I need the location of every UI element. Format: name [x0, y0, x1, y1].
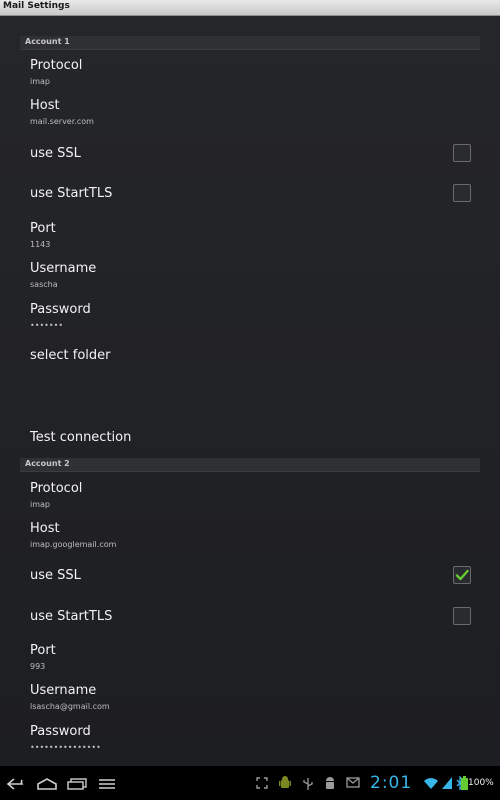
- pref-summary: 1143: [30, 240, 51, 249]
- fullscreen-icon[interactable]: [256, 777, 268, 789]
- pref-title: Password: [30, 302, 91, 317]
- pref-title: Username: [30, 261, 97, 276]
- account-1-password-pref[interactable]: Password •••••••: [20, 302, 480, 338]
- pref-summary: imap.googlemail.com: [30, 540, 117, 549]
- account-2-header: Account 2: [20, 458, 480, 472]
- menu-icon[interactable]: [96, 778, 118, 790]
- account-1-ssl-pref[interactable]: use SSL: [20, 144, 480, 176]
- battery-icon: [461, 776, 468, 790]
- account-2-username-pref[interactable]: Username lsascha@gmail.com: [20, 683, 480, 719]
- pref-title: Protocol: [30, 58, 83, 73]
- account-1-select-folder-pref[interactable]: select folder: [20, 348, 480, 418]
- account-2-ssl-checkbox[interactable]: [453, 566, 471, 584]
- pref-title: Port: [30, 221, 56, 236]
- signal-icon: [442, 777, 452, 789]
- title-bar: Mail Settings: [0, 0, 500, 16]
- account-1-protocol-pref[interactable]: Protocol imap: [20, 58, 480, 94]
- account-1-header: Account 1: [20, 36, 480, 50]
- recent-apps-icon[interactable]: [66, 778, 88, 790]
- mail-icon: [346, 777, 360, 788]
- checkmark-icon: [455, 569, 469, 581]
- clock: 2:01: [370, 773, 413, 793]
- pref-title: Password: [30, 724, 91, 739]
- account-2-starttls-pref[interactable]: use StartTLS: [20, 607, 480, 639]
- account-1-host-pref[interactable]: Host mail.server.com: [20, 98, 480, 134]
- account-1-starttls-pref[interactable]: use StartTLS: [20, 184, 480, 216]
- pref-title: Port: [30, 643, 56, 658]
- account-2-host-pref[interactable]: Host imap.googlemail.com: [20, 521, 480, 557]
- pref-title: select folder: [30, 348, 111, 363]
- account-1-header-label: Account 1: [25, 37, 70, 46]
- pref-summary: sascha: [30, 280, 58, 289]
- pref-title: Protocol: [30, 481, 83, 496]
- pref-title: Username: [30, 683, 97, 698]
- account-2-password-pref[interactable]: Password •••••••••••••••: [20, 724, 480, 760]
- account-2-starttls-checkbox[interactable]: [453, 607, 471, 625]
- account-1-username-pref[interactable]: Username sascha: [20, 261, 480, 297]
- account-2-header-label: Account 2: [25, 459, 70, 468]
- android-debug-icon: [279, 776, 291, 788]
- account-1-ssl-checkbox[interactable]: [453, 144, 471, 162]
- system-bar: 2:01 100%: [0, 766, 500, 800]
- pref-title: Host: [30, 521, 60, 536]
- pref-summary: •••••••••••••••: [30, 743, 101, 752]
- pref-title: use StartTLS: [30, 186, 113, 201]
- account-2-protocol-pref[interactable]: Protocol imap: [20, 481, 480, 517]
- pref-summary: imap: [30, 77, 50, 86]
- back-icon[interactable]: [6, 778, 28, 790]
- pref-summary: mail.server.com: [30, 117, 94, 126]
- android-icon: [326, 777, 334, 789]
- pref-summary: lsascha@gmail.com: [30, 702, 110, 711]
- usb-icon: [303, 778, 313, 790]
- account-1-port-pref[interactable]: Port 1143: [20, 221, 480, 257]
- wifi-icon: [424, 778, 438, 789]
- pref-title: Host: [30, 98, 60, 113]
- pref-summary: •••••••: [30, 321, 64, 330]
- account-2-ssl-pref[interactable]: use SSL: [20, 566, 480, 598]
- battery-percentage: 100%: [468, 778, 494, 788]
- pref-title: Test connection: [30, 430, 132, 445]
- pref-title: use StartTLS: [30, 609, 113, 624]
- settings-list[interactable]: Account 1 Protocol imap Host mail.server…: [0, 16, 500, 766]
- pref-title: use SSL: [30, 146, 81, 161]
- pref-summary: imap: [30, 500, 50, 509]
- pref-summary: 993: [30, 662, 46, 671]
- window-title: Mail Settings: [3, 1, 70, 11]
- account-1-starttls-checkbox[interactable]: [453, 184, 471, 202]
- account-1-test-connection-pref[interactable]: Test connection: [20, 430, 480, 458]
- pref-title: use SSL: [30, 568, 81, 583]
- account-2-port-pref[interactable]: Port 993: [20, 643, 480, 679]
- home-icon[interactable]: [36, 778, 58, 790]
